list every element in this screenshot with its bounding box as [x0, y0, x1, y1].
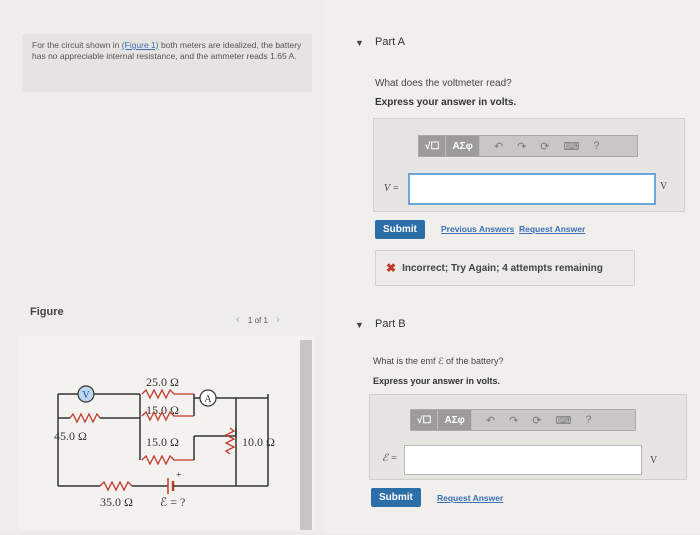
reset-icon[interactable]: ⟳ [540, 140, 549, 153]
part-a-feedback: ✖ Incorrect; Try Again; 4 attempts remai… [375, 250, 635, 286]
part-b-request-answer-link[interactable]: Request Answer [437, 493, 503, 503]
next-figure-icon[interactable]: › [276, 314, 280, 326]
feedback-text: Incorrect; Try Again; 4 attempts remaini… [402, 262, 603, 274]
part-a-request-answer-link[interactable]: Request Answer [519, 224, 585, 234]
redo-icon[interactable]: ↷ [517, 140, 526, 153]
label-r35: 35.0 Ω [100, 495, 133, 509]
label-r10: 10.0 Ω [242, 435, 275, 449]
problem-pane: For the circuit shown in (Figure 1) both… [0, 0, 325, 533]
collapse-part-a-icon[interactable]: ▼ [355, 38, 364, 48]
problem-text-start: For the circuit shown in [32, 40, 122, 50]
redo-icon[interactable]: ↷ [509, 414, 518, 427]
label-r25: 25.0 Ω [146, 375, 179, 389]
figure-panel: V 45.0 Ω 25.0 Ω 15.0 Ω A 15.0 Ω 10.0 Ω +… [18, 336, 314, 530]
part-a-unit: V [660, 181, 668, 192]
keyboard-icon[interactable]: ⌨ [564, 140, 580, 153]
answer-pane: ▼ Part A What does the voltmeter read? E… [325, 0, 700, 533]
keyboard-icon[interactable]: ⌨ [556, 414, 572, 427]
undo-icon[interactable]: ↶ [486, 414, 495, 427]
templates-button[interactable]: √☐ [419, 136, 447, 156]
part-b-var-label: ℰ = [382, 453, 398, 464]
templates-button[interactable]: √☐ [411, 410, 439, 430]
part-b-instruction: Express your answer in volts. [373, 376, 501, 386]
part-b-submit-button[interactable]: Submit [371, 488, 421, 507]
greek-button[interactable]: ΑΣφ [446, 136, 480, 156]
part-b-answer-box: √☐ ΑΣφ ↶ ↷ ⟳ ⌨ ? ℰ = V [369, 394, 687, 480]
figure-label: Figure [30, 306, 64, 318]
resistor-15b-icon [141, 454, 194, 466]
previous-answers-link[interactable]: Previous Answers [441, 224, 514, 234]
part-a-instruction: Express your answer in volts. [375, 97, 517, 108]
reset-icon[interactable]: ⟳ [532, 414, 541, 427]
greek-button[interactable]: ΑΣφ [438, 410, 472, 430]
figure-link[interactable]: (Figure 1) [122, 40, 159, 50]
part-a-submit-button[interactable]: Submit [375, 220, 425, 239]
part-b-math-toolbar: √☐ ΑΣφ ↶ ↷ ⟳ ⌨ ? [410, 409, 636, 431]
incorrect-icon: ✖ [386, 261, 397, 275]
part-a-math-toolbar: √☐ ΑΣφ ↶ ↷ ⟳ ⌨ ? [418, 135, 638, 157]
part-b-answer-input[interactable] [404, 445, 642, 475]
part-a-answer-box: √☐ ΑΣφ ↶ ↷ ⟳ ⌨ ? V = V [373, 118, 685, 212]
help-button[interactable]: ? [593, 140, 599, 152]
label-r15b: 15.0 Ω [146, 435, 179, 449]
part-a-answer-input[interactable] [408, 173, 656, 205]
resistor-35-icon [99, 480, 133, 492]
figure-pager: ‹ 1 of 1 › [236, 314, 280, 326]
label-r45: 45.0 Ω [54, 429, 87, 443]
pager-label: 1 of 1 [247, 316, 268, 325]
part-b-unit: V [650, 455, 658, 466]
part-b-question: What is the emf ℰ of the battery? [373, 356, 504, 366]
undo-icon[interactable]: ↶ [494, 140, 503, 153]
label-emf: ℰ = ? [160, 495, 185, 509]
voltmeter-label: V [82, 390, 90, 401]
part-a-var-label: V = [384, 183, 400, 194]
resistor-25-icon [141, 388, 194, 400]
problem-statement: For the circuit shown in (Figure 1) both… [22, 34, 312, 92]
label-r15a: 15.0 Ω [146, 403, 179, 417]
figure-scrollbar[interactable] [300, 340, 312, 530]
collapse-part-b-icon[interactable]: ▼ [355, 320, 364, 330]
resistor-45-icon [69, 412, 101, 424]
ammeter-label: A [204, 394, 212, 405]
part-b-title: Part B [375, 318, 406, 330]
help-button[interactable]: ? [585, 414, 591, 426]
prev-figure-icon[interactable]: ‹ [236, 314, 240, 326]
resistor-10-icon [224, 427, 236, 455]
part-a-title: Part A [375, 36, 405, 48]
part-a-question: What does the voltmeter read? [375, 78, 512, 89]
battery-plus: + [176, 470, 182, 481]
circuit-diagram: V 45.0 Ω 25.0 Ω 15.0 Ω A 15.0 Ω 10.0 Ω +… [54, 375, 275, 509]
